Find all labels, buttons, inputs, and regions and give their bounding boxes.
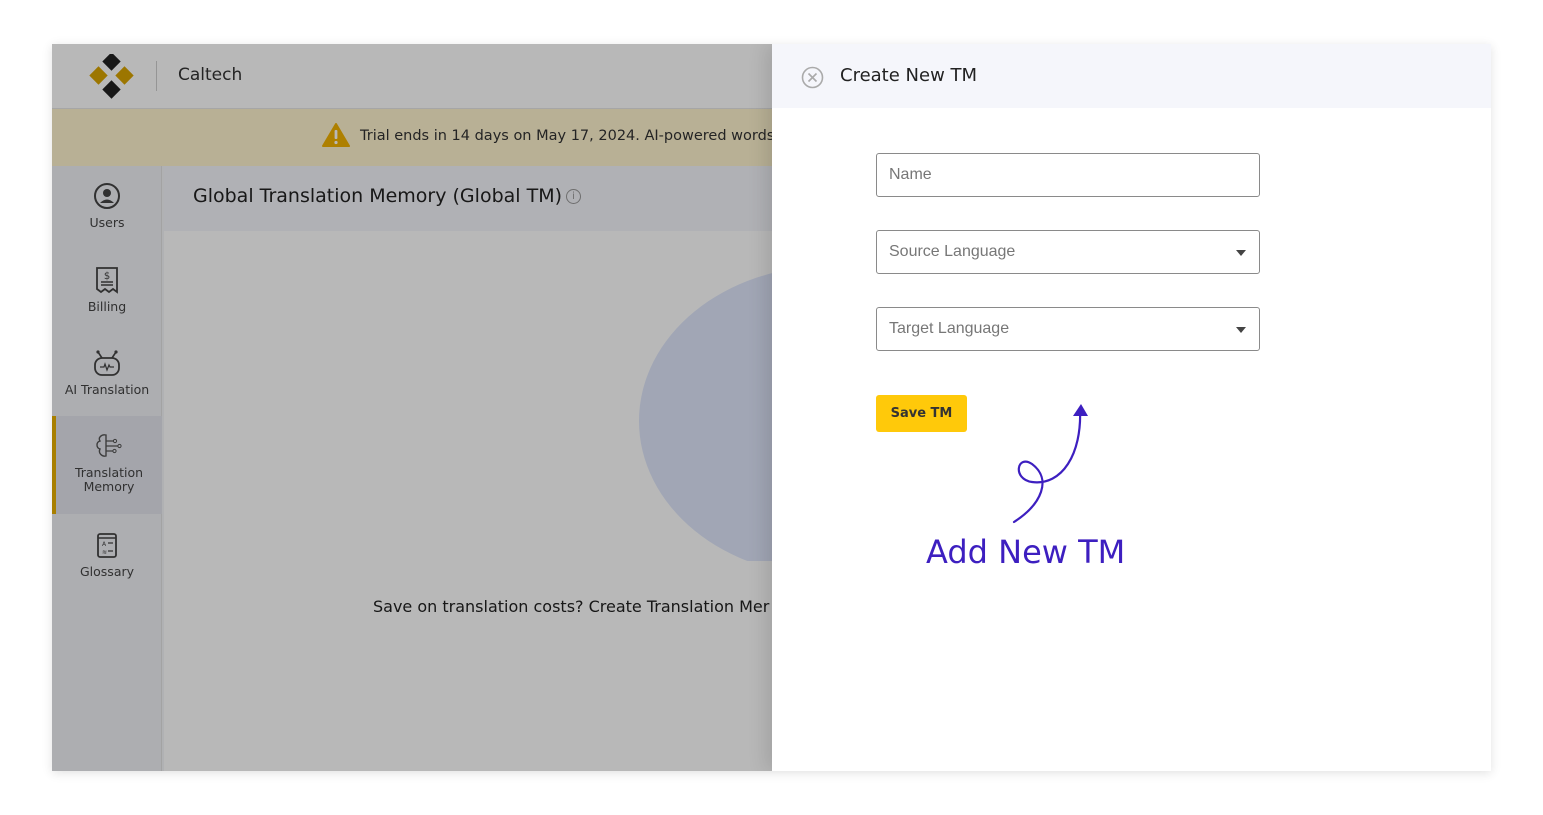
chevron-down-icon: [1236, 327, 1246, 333]
target-language-placeholder: Target Language: [889, 320, 1010, 337]
source-language-select[interactable]: Source Language: [876, 230, 1260, 274]
drawer-title: Create New TM: [840, 65, 978, 86]
close-icon[interactable]: [801, 66, 824, 89]
target-language-select[interactable]: Target Language: [876, 307, 1260, 351]
source-language-placeholder: Source Language: [889, 243, 1016, 260]
create-tm-drawer: Create New TM Source Language Target Lan…: [772, 44, 1491, 771]
annotation-text: Add New TM: [926, 533, 1126, 571]
save-tm-button[interactable]: Save TM: [876, 395, 967, 432]
name-input[interactable]: [877, 154, 1259, 196]
drawer-header: Create New TM: [772, 44, 1491, 108]
annotation-arrow: [1012, 404, 1088, 524]
app-window: Caltech Trial ends in 14 days on May 17,…: [52, 44, 1491, 771]
name-field: [876, 153, 1260, 197]
chevron-down-icon: [1236, 250, 1246, 256]
